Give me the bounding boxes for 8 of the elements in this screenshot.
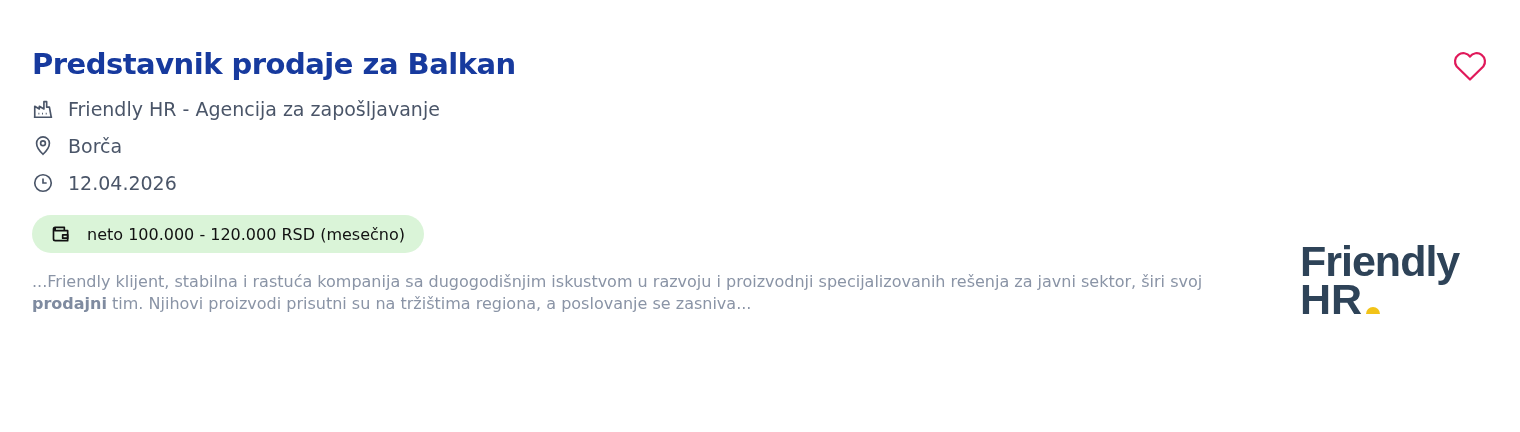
job-meta-text: Borča xyxy=(68,134,123,157)
job-description: ...Friendly klijent, stabilna i rastuća kompanija sa dugogodišnjim iskustvom u razvoju i proizvodnji specijalizovanih rešenja za javni sektor, širi svoj prodajni tim. Njihovi proizvodi prisutni su na tržištima regiona, a poslovanje se zasniva... xyxy=(32,271,1204,315)
wallet-icon xyxy=(51,224,71,244)
job-meta-text: Friendly HR - Agencija za zapošljavanje xyxy=(68,97,440,120)
salary-text: neto 100.000 - 120.000 RSD (mesečno) xyxy=(87,224,405,244)
job-meta-text: 12.04.2026 xyxy=(68,171,177,194)
clock-icon xyxy=(32,171,54,194)
job-title[interactable]: Predstavnik prodaje za Balkan xyxy=(32,40,516,88)
